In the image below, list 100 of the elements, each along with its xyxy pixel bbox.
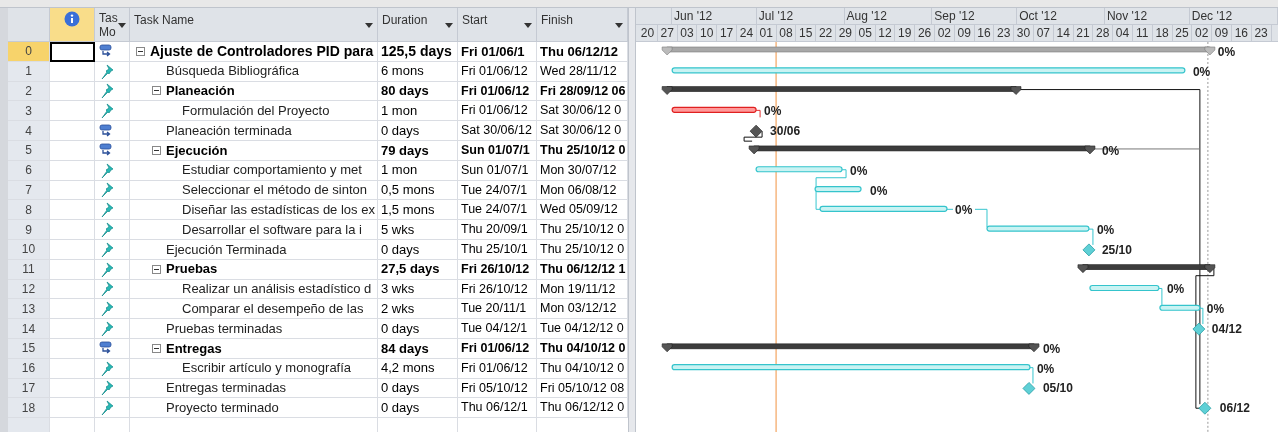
column-header[interactable]: Task Name bbox=[130, 8, 378, 42]
row-number[interactable]: 17 bbox=[8, 378, 50, 399]
dropdown-caret-icon[interactable] bbox=[615, 23, 623, 28]
row-number[interactable]: 12 bbox=[8, 279, 50, 300]
finish-date-cell-text: Mon 30/07/12 bbox=[540, 161, 617, 179]
start-date-cell-text: Tue 20/11/1 bbox=[461, 300, 527, 318]
week-label: 14 bbox=[1056, 26, 1070, 40]
column-header[interactable]: Tas Mo bbox=[95, 8, 130, 42]
column-header[interactable]: Start bbox=[458, 8, 537, 42]
bar-label: 0% bbox=[1166, 282, 1185, 297]
finish-date-cell-text: Thu 06/12/12 0 bbox=[540, 399, 625, 417]
task-name: Realizar un análisis estadístico d bbox=[182, 280, 372, 299]
task-name: Desarrollar el software para la i bbox=[182, 220, 362, 239]
row-number[interactable]: 13 bbox=[8, 299, 50, 320]
week-label: 26 bbox=[917, 26, 932, 40]
column-header[interactable]: Duration bbox=[378, 8, 458, 42]
finish-date-cell-text: Fri 05/10/12 08 bbox=[540, 379, 625, 397]
milestone-marker[interactable] bbox=[1192, 322, 1206, 336]
duration-cell: 125,5 days bbox=[381, 42, 452, 61]
summary-bar[interactable] bbox=[1077, 264, 1216, 273]
finish-date-cell-text: Mon 06/08/12 bbox=[540, 181, 617, 199]
collapse-toggle[interactable] bbox=[136, 46, 145, 56]
dependency-line bbox=[743, 130, 763, 142]
row-number[interactable]: 3 bbox=[8, 101, 50, 122]
dropdown-caret-icon[interactable] bbox=[365, 23, 373, 28]
row-number[interactable]: 1 bbox=[8, 61, 50, 82]
month-label: Sep '12 bbox=[934, 9, 975, 23]
task-name: Ejecución Terminada bbox=[166, 240, 287, 259]
row-number[interactable]: 8 bbox=[8, 200, 50, 221]
week-label: 23 bbox=[997, 26, 1011, 40]
task-name: Ejecución bbox=[166, 141, 228, 160]
dropdown-caret-icon[interactable] bbox=[445, 23, 453, 28]
column-header[interactable]: Finish bbox=[537, 8, 628, 42]
critical-task-bar[interactable] bbox=[671, 106, 757, 113]
info-icon bbox=[64, 11, 80, 27]
start-date-cell: Fri 01/06/1 bbox=[461, 42, 525, 61]
row-number[interactable]: 2 bbox=[8, 81, 50, 102]
row-number[interactable]: 16 bbox=[8, 358, 50, 379]
duration-cell-text: 6 mons bbox=[381, 62, 424, 81]
collapse-toggle[interactable] bbox=[152, 86, 161, 96]
task-name: Estudiar comportamiento y met bbox=[182, 161, 362, 180]
row-number[interactable]: 18 bbox=[8, 398, 50, 419]
duration-cell: 0 days bbox=[381, 121, 420, 140]
collapse-toggle[interactable] bbox=[152, 145, 161, 155]
row-number[interactable]: 6 bbox=[8, 160, 50, 181]
bar-label: 0% bbox=[955, 203, 973, 218]
start-date-cell-text: Fri 01/06/12 bbox=[461, 339, 530, 357]
week-label: 09 bbox=[1214, 26, 1229, 40]
week-label: 28 bbox=[1096, 26, 1110, 40]
row-number[interactable]: 15 bbox=[8, 338, 50, 359]
bar-label: 0% bbox=[870, 183, 888, 198]
finish-date-cell-text: Sat 30/06/12 0 bbox=[540, 122, 622, 140]
dropdown-caret-icon[interactable] bbox=[117, 23, 126, 28]
duration-cell-text: 0 days bbox=[381, 379, 420, 398]
summary-bar[interactable] bbox=[661, 86, 1022, 95]
bar-label: 0% bbox=[1192, 64, 1211, 79]
week-label: 16 bbox=[977, 26, 991, 40]
collapse-toggle[interactable] bbox=[152, 343, 161, 353]
row-number[interactable]: 9 bbox=[8, 220, 50, 240]
row-number[interactable]: 7 bbox=[8, 180, 50, 201]
milestone-marker[interactable] bbox=[1082, 243, 1096, 257]
week-label: 19 bbox=[898, 26, 912, 40]
task-name: Planeación terminada bbox=[166, 121, 292, 140]
week-label: 29 bbox=[838, 26, 853, 40]
finish-date-cell-text: Thu 25/10/12 0 bbox=[540, 241, 625, 258]
week-label: 17 bbox=[719, 26, 734, 40]
duration-cell-text: 1 mon bbox=[381, 161, 418, 180]
task-name: Entregas bbox=[166, 339, 222, 358]
bar-label: 25/10 bbox=[1101, 242, 1132, 257]
task-name: Seleccionar el método de sinton bbox=[182, 181, 367, 200]
milestone-marker[interactable] bbox=[1198, 401, 1212, 415]
row-number[interactable]: 4 bbox=[8, 121, 50, 141]
start-date-cell-text: Fri 01/06/12 bbox=[461, 62, 528, 80]
row-number[interactable]: 5 bbox=[8, 141, 50, 161]
row-number[interactable]: 11 bbox=[8, 259, 50, 280]
duration-cell-text: 84 days bbox=[381, 339, 429, 358]
start-date-cell-text: Tue 24/07/1 bbox=[461, 201, 528, 219]
milestone-marker[interactable] bbox=[749, 124, 763, 138]
week-label: 08 bbox=[779, 26, 793, 40]
week-label: 11 bbox=[1136, 26, 1149, 40]
collapse-toggle[interactable] bbox=[152, 264, 161, 274]
milestone-marker[interactable] bbox=[1022, 382, 1036, 395]
dependency-line bbox=[755, 109, 761, 118]
bar-label: 05/10 bbox=[1042, 381, 1073, 396]
summary-bar[interactable] bbox=[748, 145, 1096, 155]
week-label: 04 bbox=[1115, 26, 1130, 40]
duration-cell-text: 2 wks bbox=[381, 300, 415, 318]
row-number[interactable]: 10 bbox=[8, 239, 50, 260]
week-label: 15 bbox=[799, 26, 813, 40]
week-label: 10 bbox=[700, 26, 714, 40]
dropdown-caret-icon[interactable] bbox=[524, 23, 532, 28]
row-number[interactable]: 0 bbox=[8, 42, 50, 62]
project-summary-bar[interactable] bbox=[661, 46, 1216, 56]
week-label: 24 bbox=[739, 26, 754, 40]
summary-bar[interactable] bbox=[661, 343, 1040, 353]
week-label: 18 bbox=[1155, 26, 1169, 40]
finish-date-cell-text: Thu 25/10/12 0 bbox=[540, 142, 626, 159]
week-label: 16 bbox=[1234, 26, 1248, 40]
row-number[interactable]: 14 bbox=[8, 319, 50, 339]
week-label: 05 bbox=[858, 26, 872, 40]
